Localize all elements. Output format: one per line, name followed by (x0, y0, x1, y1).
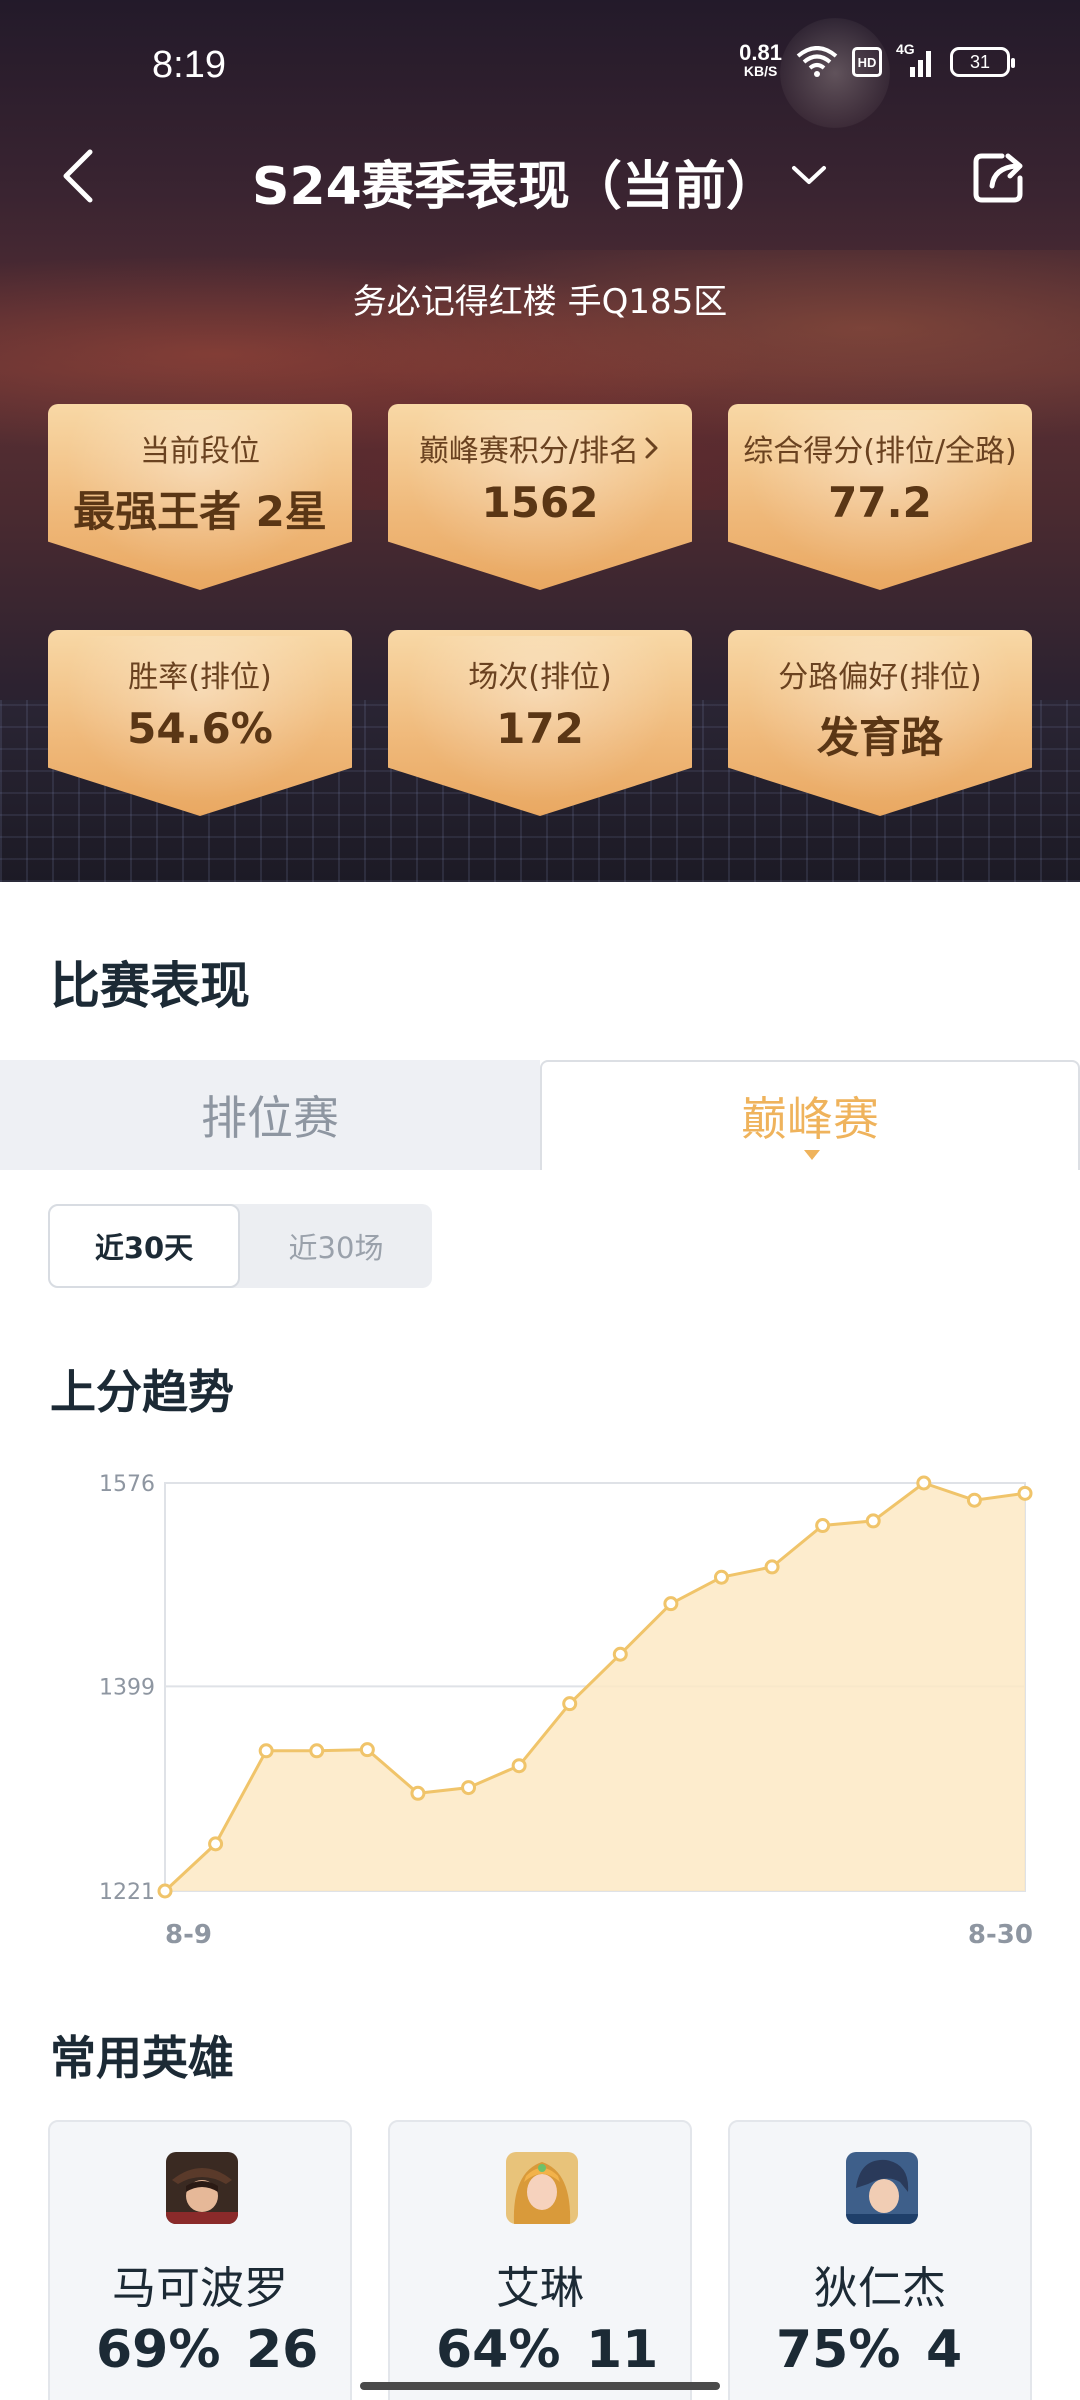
data-point (916, 1475, 932, 1491)
hero-games: 4 (926, 2320, 963, 2380)
season-hero-banner: 8:19 0.81 KB/S HD 4G 31 S24赛季表现（当前） 务必记得… (0, 0, 1080, 882)
hero-card-list: 马可波罗 69% 26 胜率 场次 艾琳 64% 11 胜率 场次 (48, 2120, 1032, 2400)
x-tick-label: 8-9 (165, 1920, 212, 1950)
stat-card-lane: 分路偏好(排位) 发育路 (728, 630, 1032, 816)
stat-label: 当前段位 (140, 434, 260, 469)
chevron-right-icon (645, 437, 658, 459)
trend-chart-svg: 1221 1399 1576 8-9 8-30 (99, 1472, 1033, 1950)
hero-winrate: 75% (776, 2320, 901, 2380)
hero-name: 马可波罗 (112, 2263, 288, 2314)
heroes-section-title: 常用英雄 (50, 2031, 234, 2085)
stat-grid: 当前段位 最强王者 2星 巅峰赛积分/排名 1562 综合得分(排位/全路) 7… (48, 404, 1032, 816)
data-point (815, 1518, 831, 1534)
hero-winrate-label: 胜率 (116, 2392, 176, 2400)
tab-peak-label: 巅峰赛 (741, 1092, 879, 1146)
data-point (764, 1559, 780, 1575)
range-30-games[interactable]: 近30场 (240, 1204, 432, 1288)
signal-type: 4G (896, 41, 915, 57)
hero-winrate: 69% (96, 2320, 221, 2380)
stat-card-rank: 当前段位 最强王者 2星 (48, 404, 352, 590)
stat-label-row: 巅峰赛积分/排名 (388, 426, 692, 470)
range-segment: 近30天 近30场 (48, 1204, 432, 1288)
hero-games-label: 场次 (918, 2392, 978, 2400)
signal-icon: 4G (896, 41, 936, 79)
mode-tabs: 排位赛 巅峰赛 (0, 1060, 1080, 1170)
stat-value: 77.2 (828, 478, 932, 527)
stat-card-overall-score: 综合得分(排位/全路) 77.2 (728, 404, 1032, 590)
stat-label: 巅峰赛积分/排名 (418, 434, 640, 469)
data-point (410, 1785, 426, 1801)
stat-label: 场次(排位) (468, 660, 612, 695)
trend-title: 上分趋势 (50, 1365, 234, 1419)
data-point (612, 1646, 628, 1662)
stat-card-peak-score[interactable]: 巅峰赛积分/排名 1562 (388, 404, 692, 590)
stat-value: 最强王者 2星 (73, 487, 327, 536)
range-30-days[interactable]: 近30天 (48, 1204, 240, 1288)
hero-card[interactable]: 马可波罗 69% 26 胜率 场次 (48, 2120, 352, 2400)
network-speed: 0.81 KB/S (739, 42, 782, 80)
home-indicator[interactable] (360, 2382, 720, 2390)
share-icon[interactable] (972, 150, 1028, 204)
hero-games: 26 (246, 2320, 319, 2380)
data-point (511, 1758, 527, 1774)
stat-value: 1562 (481, 478, 599, 527)
back-arrow-icon[interactable] (58, 148, 98, 204)
y-tick-label: 1399 (99, 1675, 155, 1700)
data-point (309, 1743, 325, 1759)
data-point (258, 1743, 274, 1759)
stat-card-winrate: 胜率(排位) 54.6% (48, 630, 352, 816)
hero-avatar-marco-polo (166, 2152, 238, 2224)
data-point (157, 1883, 173, 1899)
tab-peak[interactable]: 巅峰赛 (540, 1060, 1080, 1170)
hero-name: 艾琳 (496, 2263, 584, 2314)
data-point (359, 1742, 375, 1758)
hero-name: 狄仁杰 (814, 2263, 946, 2314)
data-point (208, 1836, 224, 1852)
hero-avatar-di-renjie (846, 2152, 918, 2224)
chevron-down-icon[interactable] (790, 160, 828, 190)
match-section-title: 比赛表现 (50, 957, 250, 1015)
x-tick-label: 8-30 (968, 1920, 1033, 1950)
hero-winrate: 64% (436, 2320, 561, 2380)
data-point (1017, 1485, 1033, 1501)
stat-label: 综合得分(排位/全路) (743, 434, 1017, 469)
data-point (966, 1492, 982, 1508)
stat-value: 54.6% (127, 704, 273, 753)
stat-value: 发育路 (816, 713, 943, 762)
stat-card-games: 场次(排位) 172 (388, 630, 692, 816)
wifi-icon (796, 46, 838, 77)
hero-games-label: 场次 (238, 2392, 298, 2400)
y-tick-label: 1576 (99, 1472, 155, 1497)
hero-card[interactable]: 狄仁杰 75% 4 胜率 场次 (728, 2120, 1032, 2400)
hero-card[interactable]: 艾琳 64% 11 胜率 场次 (388, 2120, 692, 2400)
stat-label: 胜率(排位) (128, 660, 272, 695)
data-point (461, 1780, 477, 1796)
status-icons: 0.81 KB/S HD 4G 31 (739, 41, 1015, 80)
hd-icon: HD (852, 47, 882, 77)
data-point (663, 1596, 679, 1612)
caret-down-icon (804, 1150, 820, 1160)
data-point (713, 1569, 729, 1585)
hero-winrate-label: 胜率 (456, 2392, 516, 2400)
y-tick-label: 1221 (99, 1880, 155, 1905)
page-title[interactable]: S24赛季表现（当前） (252, 144, 778, 219)
stat-value: 172 (496, 704, 584, 753)
hero-games-label: 场次 (578, 2392, 638, 2400)
hero-winrate-label: 胜率 (796, 2392, 856, 2400)
tab-ranked[interactable]: 排位赛 (0, 1060, 540, 1170)
data-point (865, 1513, 881, 1529)
status-bar: 8:19 0.81 KB/S HD 4G 31 (0, 0, 1080, 130)
network-speed-unit: KB/S (743, 63, 778, 79)
hero-games: 11 (586, 2320, 659, 2380)
trend-chart: 1221 1399 1576 8-9 8-30 (0, 1440, 1080, 1980)
player-server: 务必记得红楼 手Q185区 (352, 282, 728, 322)
stat-label: 分路偏好(排位) (778, 660, 982, 695)
battery-icon: 31 (950, 47, 1015, 77)
status-time: 8:19 (152, 44, 226, 86)
hero-avatar-irene (506, 2152, 578, 2224)
data-point (562, 1696, 578, 1712)
